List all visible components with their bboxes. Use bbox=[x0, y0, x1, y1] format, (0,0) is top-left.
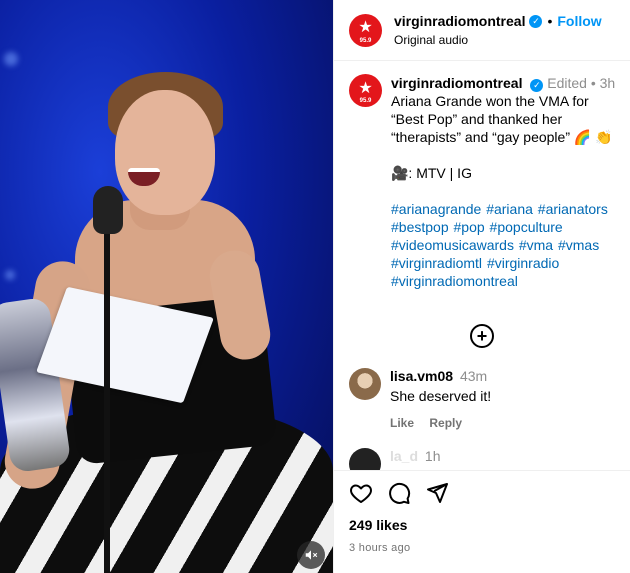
post-media-photo[interactable] bbox=[0, 0, 333, 573]
caption-credit: 🎥: MTV | IG bbox=[391, 165, 472, 181]
hashtag-link[interactable]: #bestpop bbox=[391, 219, 449, 235]
post-footer: 249 likes 3 hours ago bbox=[334, 470, 630, 554]
hashtag-link[interactable]: #popculture bbox=[490, 219, 563, 235]
hashtag-link[interactable]: #arianators bbox=[538, 201, 608, 217]
post-header: ★ 95.9 virginradiomontreal ✓ • Follow Or… bbox=[334, 0, 630, 61]
hashtag-link[interactable]: #videomusicawards bbox=[391, 237, 514, 253]
comments-scroll-area[interactable]: ★ 95.9 virginradiomontreal ✓ Edited • 3h… bbox=[334, 62, 630, 470]
hashtag-link[interactable]: #vma bbox=[519, 237, 553, 253]
caption-text: Ariana Grande won the VMA for “Best Pop”… bbox=[391, 93, 613, 145]
mute-icon[interactable] bbox=[297, 541, 325, 569]
hashtag-link[interactable]: #pop bbox=[454, 219, 485, 235]
follow-button[interactable]: Follow bbox=[557, 13, 601, 29]
hashtag-link[interactable]: #virginradiomontreal bbox=[391, 273, 518, 289]
hashtag-link[interactable]: #virginradiomtl bbox=[391, 255, 482, 271]
verified-icon: ✓ bbox=[530, 79, 544, 92]
comment-item: lisa.vm08 43m She deserved it! Like Repl… bbox=[334, 348, 630, 430]
load-more-comments-icon[interactable]: + bbox=[470, 324, 494, 348]
comment-icon[interactable] bbox=[387, 481, 411, 505]
post-caption: ★ 95.9 virginradiomontreal ✓ Edited • 3h… bbox=[334, 62, 630, 290]
hashtag-link[interactable]: #arianagrande bbox=[391, 201, 481, 217]
share-icon[interactable] bbox=[425, 481, 449, 505]
microphone-stand bbox=[104, 220, 110, 573]
microphone bbox=[93, 186, 123, 234]
hashtag-link[interactable]: #virginradio bbox=[487, 255, 559, 271]
caption-avatar[interactable]: ★ 95.9 bbox=[349, 74, 382, 107]
commenter-username[interactable]: la_d bbox=[390, 448, 418, 464]
comment-text: She deserved it! bbox=[390, 388, 492, 404]
caption-time[interactable]: 3h bbox=[600, 75, 616, 91]
caption-username[interactable]: virginradiomontreal bbox=[391, 75, 522, 91]
verified-icon: ✓ bbox=[529, 14, 543, 28]
hashtag-link[interactable]: #vmas bbox=[558, 237, 599, 253]
heart-icon[interactable] bbox=[349, 481, 373, 505]
stage-light bbox=[5, 270, 15, 280]
post-dialog: ★ 95.9 virginradiomontreal ✓ • Follow Or… bbox=[0, 0, 630, 573]
edited-label: Edited bbox=[547, 75, 587, 91]
hashtag-list: #arianagrande #ariana #arianators #bestp… bbox=[391, 200, 620, 290]
virgin-logo-icon: ★ bbox=[358, 19, 373, 36]
account-avatar[interactable]: ★ 95.9 bbox=[349, 13, 382, 47]
comment-time[interactable]: 43m bbox=[460, 368, 487, 384]
post-timestamp[interactable]: 3 hours ago bbox=[349, 542, 615, 554]
likes-count[interactable]: 249 likes bbox=[349, 517, 615, 533]
logo-frequency: 95.9 bbox=[359, 37, 372, 44]
commenter-avatar[interactable] bbox=[349, 368, 381, 400]
audio-link[interactable]: Original audio bbox=[394, 33, 602, 47]
post-actions bbox=[349, 481, 615, 505]
post-side-panel: ★ 95.9 virginradiomontreal ✓ • Follow Or… bbox=[333, 0, 630, 573]
hashtag-link[interactable]: #ariana bbox=[486, 201, 533, 217]
separator-dot: • bbox=[590, 75, 600, 91]
stage-light bbox=[4, 52, 18, 66]
comment-item: la_d 1h bbox=[334, 430, 630, 470]
account-username[interactable]: virginradiomontreal bbox=[394, 13, 525, 29]
comment-time[interactable]: 1h bbox=[425, 448, 441, 464]
commenter-avatar[interactable] bbox=[349, 448, 381, 470]
commenter-username[interactable]: lisa.vm08 bbox=[390, 368, 453, 384]
comment-reply-button[interactable]: Reply bbox=[429, 416, 462, 430]
logo-frequency: 95.9 bbox=[359, 98, 372, 104]
figure-face bbox=[115, 90, 215, 215]
separator-dot: • bbox=[547, 13, 553, 29]
virgin-logo-icon: ★ bbox=[358, 79, 373, 97]
comment-like-button[interactable]: Like bbox=[390, 416, 414, 430]
